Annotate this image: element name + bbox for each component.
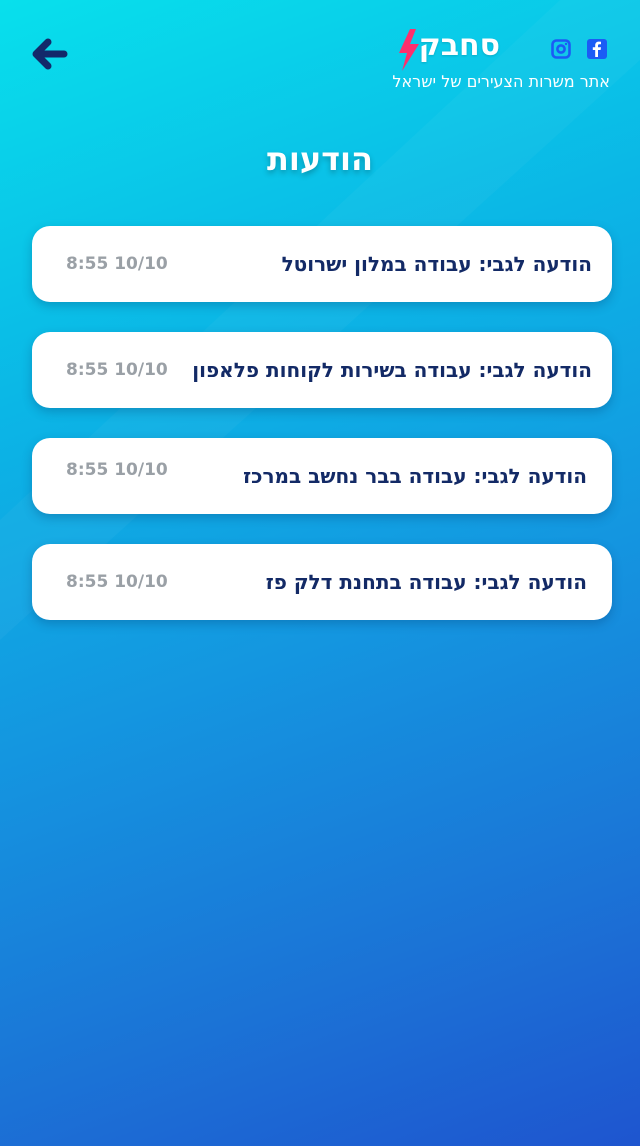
message-title: הודעה לגבי: עבודה בשירות לקוחות פלאפון — [192, 358, 592, 382]
logo-text[interactable]: סחבק — [419, 28, 500, 63]
instagram-icon — [551, 39, 571, 59]
message-card[interactable]: הודעה לגבי: עבודה בבר נחשב במרכז 8:55 10… — [32, 438, 612, 514]
back-button[interactable] — [30, 34, 70, 74]
site-tagline: אתר משרות הצעירים של ישראל — [392, 72, 610, 91]
arrow-left-icon — [32, 38, 68, 70]
message-title: הודעה לגבי: עבודה בתחנת דלק פז — [265, 570, 587, 594]
facebook-link[interactable] — [587, 39, 607, 59]
facebook-icon — [587, 39, 607, 59]
message-card[interactable]: הודעה לגבי: עבודה בשירות לקוחות פלאפון 8… — [32, 332, 612, 408]
message-time: 8:55 10/10 — [66, 460, 168, 480]
message-time: 8:55 10/10 — [66, 254, 168, 274]
lightning-bolt-icon — [399, 29, 419, 71]
message-card[interactable]: הודעה לגבי: עבודה במלון ישרוטל 8:55 10/1… — [32, 226, 612, 302]
message-card[interactable]: הודעה לגבי: עבודה בתחנת דלק פז 8:55 10/1… — [32, 544, 612, 620]
message-title: הודעה לגבי: עבודה בבר נחשב במרכז — [243, 464, 587, 488]
message-title: הודעה לגבי: עבודה במלון ישרוטל — [281, 252, 592, 276]
message-time: 8:55 10/10 — [66, 572, 168, 592]
page-title: הודעות — [267, 140, 373, 178]
message-time: 8:55 10/10 — [66, 360, 168, 380]
messages-list: הודעה לגבי: עבודה במלון ישרוטל 8:55 10/1… — [32, 226, 612, 650]
instagram-link[interactable] — [551, 39, 571, 59]
